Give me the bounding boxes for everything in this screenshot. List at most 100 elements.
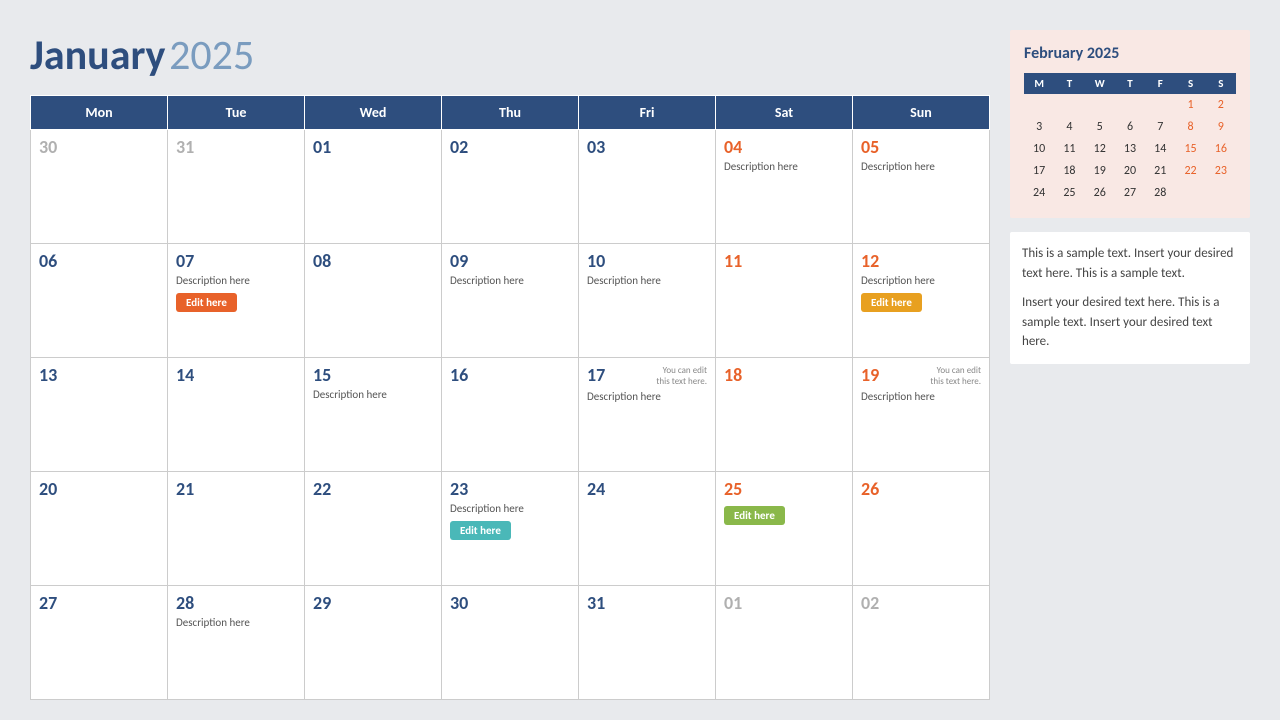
mini-cal-header-cell: S xyxy=(1206,73,1236,94)
calendar-day-cell: 30 xyxy=(442,586,579,700)
mini-cal-day: 14 xyxy=(1145,138,1175,160)
mini-cal-header-cell: T xyxy=(1054,73,1084,94)
text-block: This is a sample text. Insert your desir… xyxy=(1010,232,1250,364)
calendar-day-cell: 15 Description here xyxy=(305,358,442,472)
mini-cal-day xyxy=(1085,94,1115,116)
mini-cal-day: 22 xyxy=(1175,160,1205,182)
mini-cal-day: 10 xyxy=(1024,138,1054,160)
calendar-day-cell: 16 xyxy=(442,358,579,472)
mini-cal-day: 11 xyxy=(1054,138,1084,160)
day-number: 21 xyxy=(176,478,194,500)
mini-calendar-container: February 2025 MTWTFSS 123456789101112131… xyxy=(1010,30,1250,218)
day-description: Description here xyxy=(176,274,296,287)
calendar-day-cell: 02 xyxy=(442,130,579,244)
mini-cal-day: 5 xyxy=(1085,116,1115,138)
main-section: January 2025 MonTueWedThuFriSatSun 30310… xyxy=(30,30,990,700)
calendar-day-cell: 14 xyxy=(168,358,305,472)
mini-cal-title: February 2025 xyxy=(1024,44,1236,63)
calendar-day-cell: 29 xyxy=(305,586,442,700)
calendar-day-cell: 13 xyxy=(31,358,168,472)
mini-cal-day: 9 xyxy=(1206,116,1236,138)
calendar-day-cell: 21 xyxy=(168,472,305,586)
calendar-week-row: 13 14 15 Description here 16 17 You can edit t… xyxy=(31,358,990,472)
mini-cal-day: 25 xyxy=(1054,182,1084,204)
calendar-day-cell: 01 xyxy=(305,130,442,244)
calendar-day-cell: 24 xyxy=(579,472,716,586)
day-number: 23 xyxy=(450,478,468,500)
mini-cal-day: 4 xyxy=(1054,116,1084,138)
day-number: 09 xyxy=(450,250,468,272)
calendar-header-cell: Wed xyxy=(305,96,442,130)
day-number: 02 xyxy=(861,592,879,614)
mini-cal-day xyxy=(1206,182,1236,204)
calendar-day-cell: 30 xyxy=(31,130,168,244)
calendar-day-cell: 01 xyxy=(716,586,853,700)
mini-cal-header: MTWTFSS xyxy=(1024,73,1236,94)
calendar-header-cell: Sat xyxy=(716,96,853,130)
day-number: 13 xyxy=(39,364,57,386)
mini-cal-day: 20 xyxy=(1115,160,1145,182)
calendar-day-cell: 31 xyxy=(579,586,716,700)
day-number: 31 xyxy=(587,592,605,614)
edit-button[interactable]: Edit here xyxy=(861,293,922,312)
day-number: 15 xyxy=(313,364,331,386)
day-description: Description here xyxy=(450,274,570,287)
day-number: 05 xyxy=(861,136,879,158)
mini-cal-day: 7 xyxy=(1145,116,1175,138)
calendar-day-cell: 19You can edit this text here.Descriptio… xyxy=(853,358,990,472)
calendar-header-cell: Thu xyxy=(442,96,579,130)
calendar-day-cell: 18 xyxy=(716,358,853,472)
calendar-header-cell: Mon xyxy=(31,96,168,130)
day-number: 22 xyxy=(313,478,331,500)
mini-cal-day: 6 xyxy=(1115,116,1145,138)
mini-cal-day: 13 xyxy=(1115,138,1145,160)
calendar-day-cell: 02 xyxy=(853,586,990,700)
day-description: Description here xyxy=(313,388,433,401)
calendar-week-row: 3031010203 04 Description here 05 Descriptio… xyxy=(31,130,990,244)
day-description: Description here xyxy=(724,160,844,173)
day-note: You can edit this text here. xyxy=(652,366,707,388)
edit-button[interactable]: Edit here xyxy=(176,293,237,312)
mini-cal-day: 2 xyxy=(1206,94,1236,116)
day-number: 12 xyxy=(861,250,879,272)
day-number: 17 xyxy=(587,364,605,386)
calendar-day-cell: 27 xyxy=(31,586,168,700)
calendar-day-cell: 07Description hereEdit here xyxy=(168,244,305,358)
mini-cal-day: 12 xyxy=(1085,138,1115,160)
edit-button[interactable]: Edit here xyxy=(450,521,511,540)
mini-cal-day: 21 xyxy=(1145,160,1175,182)
day-description: Description here xyxy=(587,274,707,287)
day-number: 18 xyxy=(724,364,742,386)
calendar-day-cell: 03 xyxy=(579,130,716,244)
mini-cal-header-cell: S xyxy=(1175,73,1205,94)
calendar-header-cell: Sun xyxy=(853,96,990,130)
mini-cal-day: 3 xyxy=(1024,116,1054,138)
mini-cal-day: 26 xyxy=(1085,182,1115,204)
calendar-week-row: 20212223Description hereEdit here2425Edi… xyxy=(31,472,990,586)
calendar-body: 303101020304Description here05Descriptio… xyxy=(31,130,990,700)
mini-cal-header-cell: F xyxy=(1145,73,1175,94)
mini-cal-body: 1234567891011121314151617181920212223242… xyxy=(1024,94,1236,204)
day-number: 19 xyxy=(861,364,879,386)
day-description: Description here xyxy=(861,160,981,173)
day-number: 11 xyxy=(724,250,742,272)
mini-cal-day: 23 xyxy=(1206,160,1236,182)
calendar-day-cell: 26 xyxy=(853,472,990,586)
day-number: 27 xyxy=(39,592,57,614)
day-number: 04 xyxy=(724,136,742,158)
mini-calendar: MTWTFSS 12345678910111213141516171819202… xyxy=(1024,73,1236,204)
calendar-day-cell: 20 xyxy=(31,472,168,586)
month-label: January xyxy=(30,30,165,81)
mini-cal-day xyxy=(1024,94,1054,116)
day-description: Description here xyxy=(176,616,296,629)
edit-button[interactable]: Edit here xyxy=(724,506,785,525)
day-number: 25 xyxy=(724,478,742,500)
day-description: Description here xyxy=(861,274,981,287)
mini-cal-header-cell: M xyxy=(1024,73,1054,94)
calendar-day-cell: 05 Description here xyxy=(853,130,990,244)
text-block-1: This is a sample text. Insert your desir… xyxy=(1022,244,1238,283)
calendar-day-cell: 08 xyxy=(305,244,442,358)
calendar-day-cell: 31 xyxy=(168,130,305,244)
mini-cal-day: 18 xyxy=(1054,160,1084,182)
mini-cal-day: 16 xyxy=(1206,138,1236,160)
